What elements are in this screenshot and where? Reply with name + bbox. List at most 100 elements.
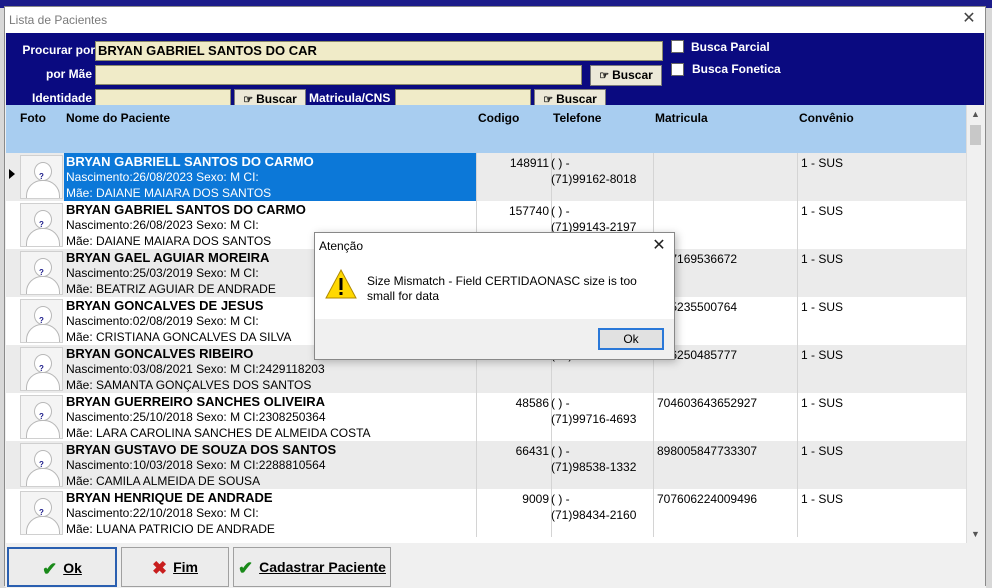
- patient-name: BRYAN GUSTAVO DE SOUZA DOS SANTOS: [66, 442, 337, 457]
- patient-photo-placeholder: ?: [20, 251, 63, 295]
- patient-codigo: 157740: [508, 204, 549, 218]
- patient-photo-placeholder: ?: [20, 299, 63, 343]
- column-divider: [797, 489, 798, 537]
- patient-convenio: 1 - SUS: [801, 204, 844, 218]
- warning-dialog: Atenção ✕ Size Mismatch - Field CERTIDAO…: [314, 232, 675, 360]
- patient-name-cell: BRYAN GUERREIRO SANCHES OLIVEIRA Nascimen…: [64, 393, 476, 441]
- grid-header: Foto Nome do Paciente Codigo Telefone Ma…: [6, 105, 966, 153]
- window-title: Lista de Pacientes: [9, 13, 108, 27]
- close-icon[interactable]: ✕: [957, 9, 981, 29]
- dialog-close-icon[interactable]: ✕: [649, 235, 669, 255]
- fim-button[interactable]: ✖ Fim: [121, 547, 229, 587]
- procurar-input[interactable]: BRYAN GABRIEL SANTOS DO CAR: [95, 41, 663, 61]
- dialog-footer: Ok: [315, 319, 674, 359]
- patient-codigo: 66431: [515, 444, 549, 458]
- column-divider: [797, 297, 798, 345]
- table-row[interactable]: ? BRYAN GUERREIRO SANCHES OLIVEIRA Nascime…: [6, 393, 966, 441]
- patient-photo-placeholder: ?: [20, 443, 63, 487]
- dialog-title: Atenção: [319, 239, 364, 253]
- column-divider: [797, 249, 798, 297]
- table-row[interactable]: ? BRYAN HENRIQUE DE ANDRADE Nascimento:22/…: [6, 489, 966, 537]
- patient-birth-info: Nascimento:22/10/2018 Sexo: M CI:: [66, 506, 259, 520]
- patient-mother: Mãe: LARA CAROLINA SANCHES DE ALMEIDA CO…: [66, 426, 371, 440]
- patient-name: BRYAN HENRIQUE DE ANDRADE: [66, 490, 273, 505]
- patient-mother: Mãe: BEATRIZ AGUIAR DE ANDRADE: [66, 282, 276, 296]
- scroll-thumb[interactable]: [970, 125, 981, 145]
- procurar-label: Procurar por: [22, 43, 95, 57]
- column-divider: [653, 393, 654, 441]
- busca-parcial-label: Busca Parcial: [691, 40, 770, 54]
- scroll-up-icon[interactable]: ▲: [971, 109, 980, 119]
- buscar-mae-button[interactable]: ☞ Buscar: [590, 65, 662, 86]
- patient-name: BRYAN GONCALVES RIBEIRO: [66, 346, 254, 361]
- header-telefone: Telefone: [553, 111, 602, 125]
- title-bar: Lista de Pacientes ✕: [5, 7, 985, 33]
- patient-convenio: 1 - SUS: [801, 300, 844, 314]
- patient-matricula: 707606224009496: [657, 492, 758, 506]
- patient-mother: Mãe: CRISTIANA GONCALVES DA SILVA: [66, 330, 292, 344]
- patient-photo-placeholder: ?: [20, 155, 63, 199]
- patient-birth-info: Nascimento:26/08/2023 Sexo: M CI:: [66, 170, 259, 184]
- busca-fonetica-checkbox[interactable]: [671, 63, 684, 76]
- patient-birth-info: Nascimento:02/08/2019 Sexo: M CI:: [66, 314, 259, 328]
- patient-mother: Mãe: DAIANE MAIARA DOS SANTOS: [66, 234, 272, 248]
- patient-birth-info: Nascimento:10/03/2018 Sexo: M CI:2288810…: [66, 458, 326, 472]
- table-row[interactable]: ? BRYAN GABRIELL SANTOS DO CARMO Nasciment…: [6, 153, 966, 201]
- matricula-label: Matricula/CNS: [309, 91, 391, 105]
- patient-name: BRYAN GABRIELL SANTOS DO CARMO: [66, 154, 314, 169]
- checkmark-icon: ✔: [238, 558, 254, 578]
- patient-telefone: ( ) - (71)99143-2197: [551, 204, 637, 234]
- patient-convenio: 1 - SUS: [801, 444, 844, 458]
- patient-name-cell: BRYAN HENRIQUE DE ANDRADE Nascimento:22/1…: [64, 489, 476, 537]
- column-divider: [797, 393, 798, 441]
- identidade-label: Identidade: [31, 91, 92, 105]
- patient-mother: Mãe: CAMILA ALMEIDA DE SOUSA: [66, 474, 261, 488]
- patient-photo-placeholder: ?: [20, 203, 63, 247]
- patient-mother: Mãe: SAMANTA GONÇALVES DOS SANTOS: [66, 378, 312, 392]
- column-divider: [797, 345, 798, 393]
- search-panel: Procurar por BRYAN GABRIEL SANTOS DO CAR…: [6, 33, 984, 110]
- grid-vertical-scrollbar[interactable]: ▲ ▼: [966, 105, 984, 543]
- busca-parcial-checkbox[interactable]: [671, 40, 684, 53]
- patient-name: BRYAN GAEL AGUIAR MOREIRA: [66, 250, 270, 265]
- patient-name-cell: BRYAN GUSTAVO DE SOUZA DOS SANTOS Nascime…: [64, 441, 476, 489]
- patient-name-cell: BRYAN GABRIELL SANTOS DO CARMO Nascimento…: [64, 153, 476, 201]
- patient-codigo: 9009: [522, 492, 549, 506]
- mae-input[interactable]: [95, 65, 582, 85]
- mae-label: por Mãe: [45, 67, 92, 81]
- ok-button[interactable]: ✔ Ok: [7, 547, 117, 587]
- table-row[interactable]: ? BRYAN GUSTAVO DE SOUZA DOS SANTOS Nascim…: [6, 441, 966, 489]
- patient-telefone: ( ) - (71)98434-2160: [551, 492, 637, 522]
- column-divider: [797, 441, 798, 489]
- patient-matricula: 898005847733307: [657, 444, 758, 458]
- patient-matricula: 704603643652927: [657, 396, 758, 410]
- patient-name: BRYAN GUERREIRO SANCHES OLIVEIRA: [66, 394, 326, 409]
- patient-convenio: 1 - SUS: [801, 348, 844, 362]
- scroll-down-icon[interactable]: ▼: [971, 529, 980, 539]
- patient-convenio: 1 - SUS: [801, 252, 844, 266]
- x-icon: ✖: [152, 558, 168, 578]
- bottom-toolbar: ✔ Ok ✖ Fim ✔ Cadastrar Paciente: [5, 543, 985, 587]
- cadastrar-paciente-button[interactable]: ✔ Cadastrar Paciente: [233, 547, 391, 587]
- patient-telefone: ( ) - (71)99716-4693: [551, 396, 637, 426]
- header-nome: Nome do Paciente: [66, 111, 171, 125]
- patient-mother: Mãe: LUANA PATRICIO DE ANDRADE: [66, 522, 275, 536]
- column-divider: [653, 153, 654, 201]
- patient-telefone: ( ) - (71)98538-1332: [551, 444, 637, 474]
- background-app-right: [986, 8, 992, 588]
- dialog-ok-button[interactable]: Ok: [598, 328, 664, 350]
- patient-photo-placeholder: ?: [20, 395, 63, 439]
- patient-convenio: 1 - SUS: [801, 492, 844, 506]
- pointing-hand-icon: ☞: [599, 70, 610, 82]
- current-row-indicator-icon: [9, 169, 15, 179]
- patient-birth-info: Nascimento:26/08/2023 Sexo: M CI:: [66, 218, 259, 232]
- patient-convenio: 1 - SUS: [801, 156, 844, 170]
- checkmark-icon: ✔: [42, 559, 58, 579]
- header-matricula: Matricula: [655, 111, 708, 125]
- patient-photo-placeholder: ?: [20, 491, 63, 535]
- patient-mother: Mãe: DAIANE MAIARA DOS SANTOS: [66, 186, 272, 200]
- warning-icon: [325, 269, 357, 299]
- header-convenio: Convênio: [799, 111, 854, 125]
- header-foto: Foto: [20, 111, 46, 125]
- patient-convenio: 1 - SUS: [801, 396, 844, 410]
